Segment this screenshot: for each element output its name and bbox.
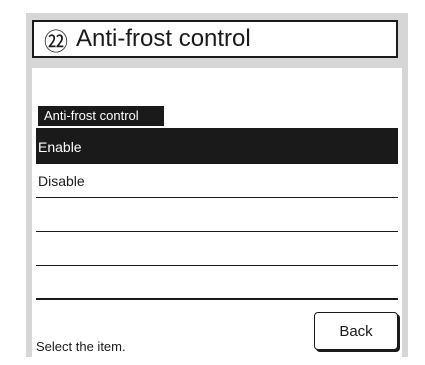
step-number: ㉒: [44, 28, 68, 56]
option-disable[interactable]: Disable: [36, 164, 398, 198]
list-item-empty: [36, 198, 398, 232]
menu-screen: Anti-frost control Enable Disable Select…: [32, 68, 402, 357]
status-text: Select the item.: [36, 339, 126, 354]
section-label: Anti-frost control: [38, 106, 164, 126]
list-item-empty: [36, 232, 398, 266]
option-list: Enable Disable: [36, 128, 398, 300]
page-title: ㉒ Anti-frost control: [32, 20, 398, 58]
back-button[interactable]: Back: [314, 312, 398, 350]
page-title-text: Anti-frost control: [76, 25, 251, 52]
option-enable[interactable]: Enable: [36, 130, 398, 164]
list-item-empty: [36, 266, 398, 300]
